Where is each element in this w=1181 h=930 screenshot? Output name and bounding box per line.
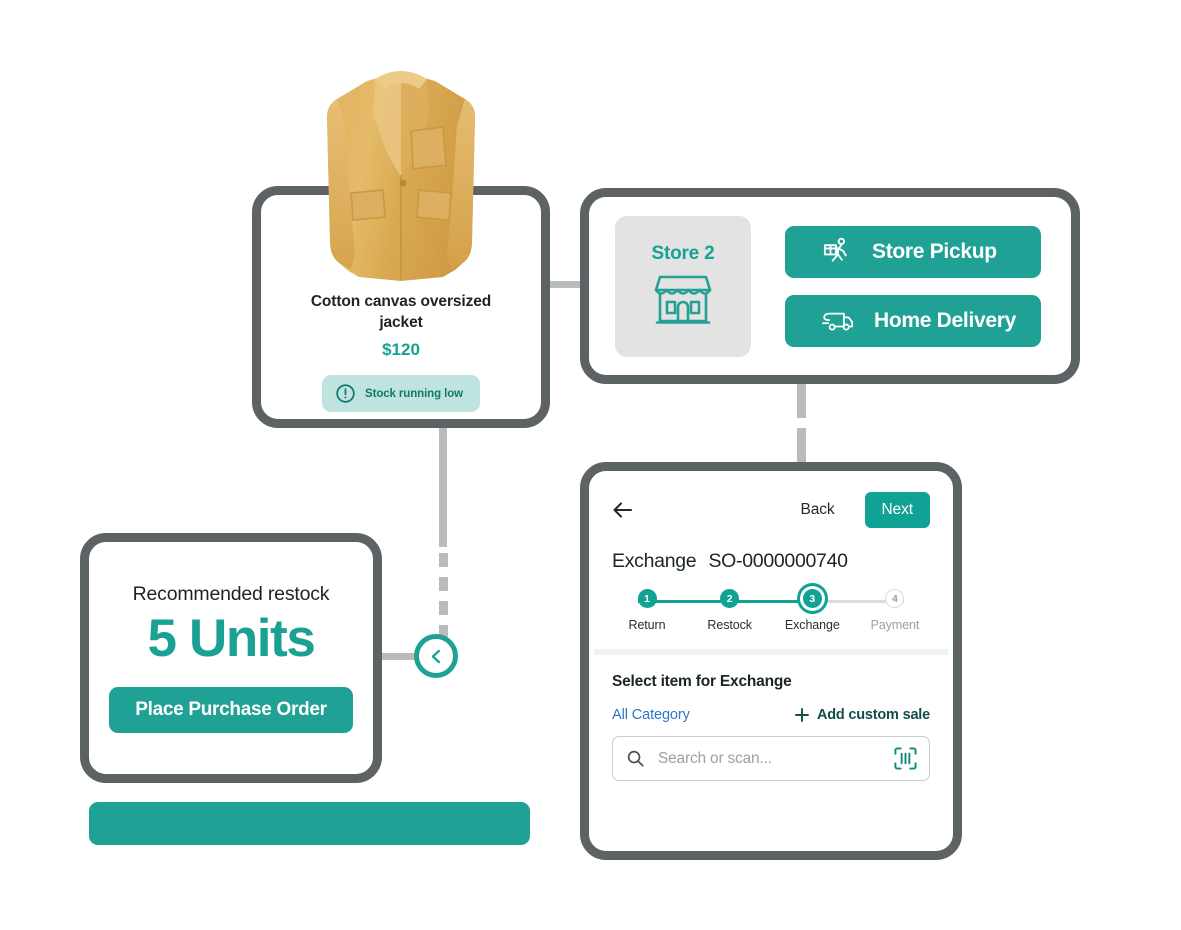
order-id: SO-0000000740 xyxy=(708,550,848,572)
storefront-icon xyxy=(653,271,713,329)
product-info: Cotton canvas oversized jacket $120 Stoc… xyxy=(266,292,536,413)
status-badge-label: Stock running low xyxy=(365,387,463,400)
connector-chevron-to-restock xyxy=(376,653,418,660)
exchange-header: Back Next xyxy=(594,476,948,540)
back-button[interactable]: Back xyxy=(800,501,834,519)
search-icon xyxy=(626,749,645,768)
delivery-truck-icon xyxy=(821,308,854,334)
stepper-label: Restock xyxy=(707,618,752,632)
plus-icon xyxy=(794,707,810,723)
exchange-screen-body: Back Next Exchange SO-0000000740 1 Retur… xyxy=(594,476,948,846)
connector-product-down-solid xyxy=(439,414,447,547)
arrow-left-icon[interactable] xyxy=(610,497,636,523)
stepper-label: Payment xyxy=(870,618,920,632)
restock-value: 5 Units xyxy=(147,608,316,668)
stepper-dot: 4 xyxy=(885,589,905,608)
product-title: Cotton canvas oversized jacket xyxy=(310,293,492,331)
stepper-step-return[interactable]: 1 Return xyxy=(616,589,678,632)
next-button[interactable]: Next xyxy=(864,492,930,528)
store-options-body: Store 2 Store Pickup Home Delivery xyxy=(595,203,1065,369)
store-tile-label: Store 2 xyxy=(651,243,715,264)
connector-product-down-dashed xyxy=(439,553,448,637)
store-pickup-button[interactable]: Store Pickup xyxy=(785,225,1041,278)
product-card[interactable]: Cotton canvas oversized jacket $120 Stoc… xyxy=(252,71,550,428)
stepper-step-restock[interactable]: 2 Restock xyxy=(699,589,761,632)
search-box[interactable] xyxy=(612,736,930,781)
home-delivery-label: Home Delivery xyxy=(874,308,1017,332)
store-options-card[interactable]: Store 2 Store Pickup Home Delivery xyxy=(580,188,1080,384)
stepper-step-payment[interactable]: 4 Payment xyxy=(864,589,926,632)
place-purchase-order-button[interactable]: Place Purchase Order xyxy=(109,687,353,734)
select-item-title: Select item for Exchange xyxy=(612,673,792,690)
store-tile[interactable]: Store 2 xyxy=(615,215,751,357)
chevron-left-icon xyxy=(427,647,446,666)
filter-row: All Category Add custom sale xyxy=(594,691,948,723)
store-action-list: Store Pickup Home Delivery xyxy=(751,225,1051,347)
person-carrying-box-icon xyxy=(821,236,852,267)
add-custom-sale-label: Add custom sale xyxy=(816,707,930,723)
page-title-text: Exchange xyxy=(612,550,697,572)
stepper-step-exchange[interactable]: 3 Exchange xyxy=(781,589,843,632)
store-pickup-label: Store Pickup xyxy=(872,239,997,263)
status-badge: Stock running low xyxy=(322,375,480,413)
page-title: Exchange SO-0000000740 xyxy=(594,540,948,573)
search-input[interactable] xyxy=(656,748,882,769)
product-card-body: Cotton canvas oversized jacket $120 Stoc… xyxy=(266,200,536,414)
stepper-steps: 1 Return 2 Restock 3 Exchange 4 Payment xyxy=(616,589,926,632)
progress-stepper: 1 Return 2 Restock 3 Exchange 4 Payment xyxy=(616,589,926,643)
barcode-scan-icon[interactable] xyxy=(893,746,918,771)
all-category-link[interactable]: All Category xyxy=(612,707,690,723)
stepper-dot: 2 xyxy=(720,589,740,608)
stepper-dot: 1 xyxy=(637,589,657,608)
stepper-label: Return xyxy=(628,618,666,632)
stepper-label: Exchange xyxy=(784,618,840,632)
restock-card-body: Recommended restock 5 Units Place Purcha… xyxy=(94,547,368,769)
add-custom-sale-button[interactable]: Add custom sale xyxy=(794,707,930,723)
restock-card[interactable]: Recommended restock 5 Units Place Purcha… xyxy=(80,533,382,783)
diagram-canvas: Cotton canvas oversized jacket $120 Stoc… xyxy=(0,0,1181,930)
product-price: $120 xyxy=(382,340,420,360)
teal-bar xyxy=(89,802,530,845)
connector-store-to-phone-solid xyxy=(797,380,806,418)
exchange-screen-card[interactable]: Back Next Exchange SO-0000000740 1 Retur… xyxy=(580,462,962,860)
chevron-left-button[interactable] xyxy=(414,634,458,678)
alert-circle-icon xyxy=(335,383,356,404)
connector-store-to-phone-dash xyxy=(797,428,806,464)
restock-label: Recommended restock xyxy=(132,582,330,605)
home-delivery-button[interactable]: Home Delivery xyxy=(785,294,1041,347)
stepper-dot: 3 xyxy=(802,589,822,608)
